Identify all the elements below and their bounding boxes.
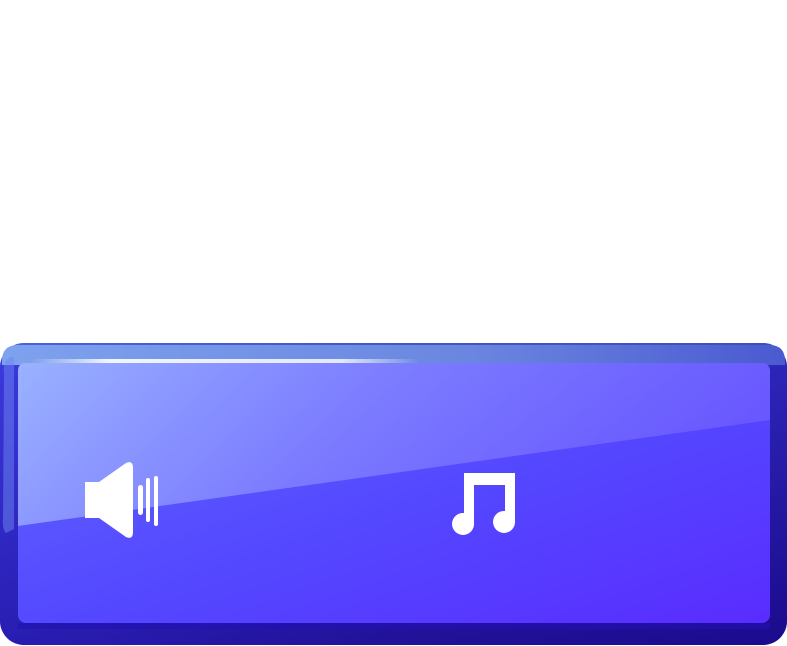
control-panel	[0, 343, 787, 645]
music-toggle-button[interactable]	[449, 469, 519, 539]
screen	[0, 0, 787, 646]
speaker-volume-icon	[85, 462, 158, 538]
sound-toggle-button[interactable]	[82, 460, 164, 540]
music-note-icon	[452, 473, 516, 535]
